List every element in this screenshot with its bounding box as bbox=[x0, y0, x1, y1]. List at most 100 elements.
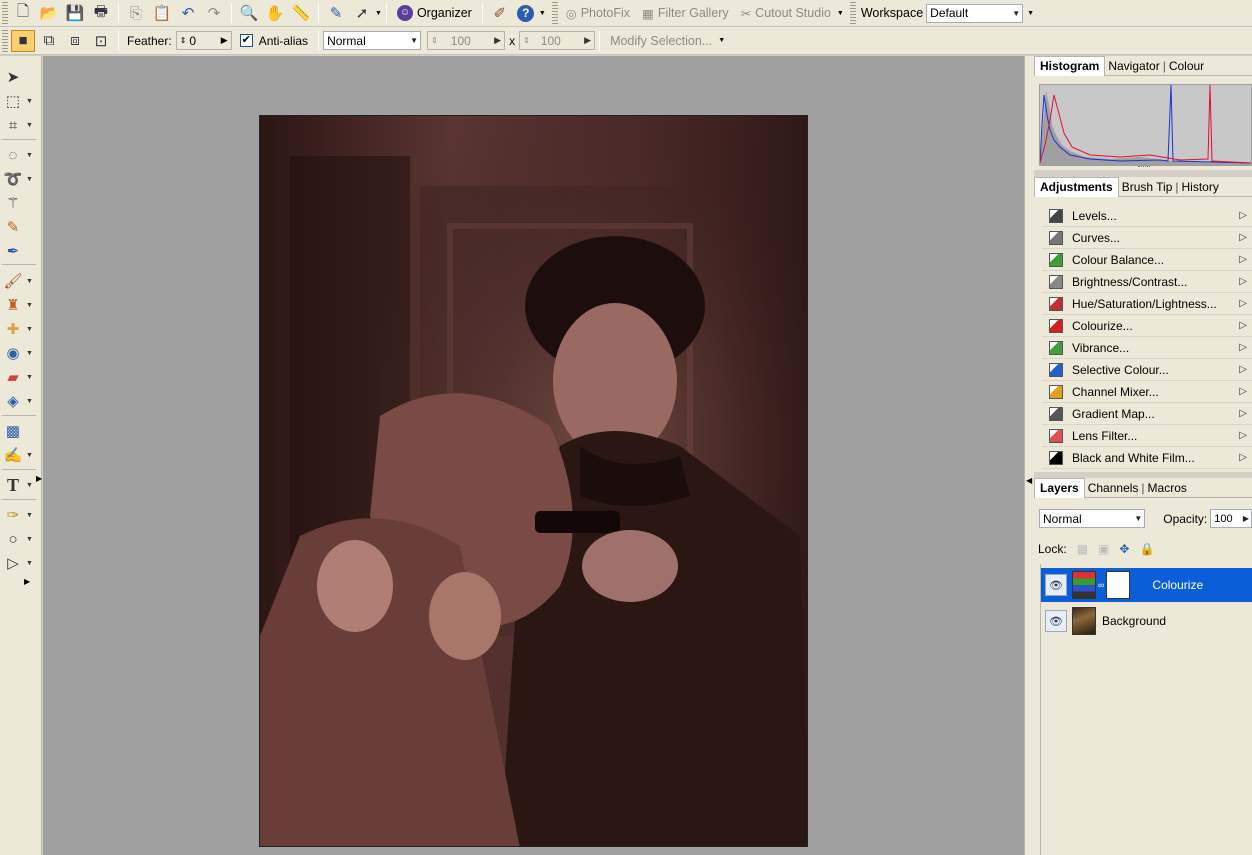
toolbar-grip[interactable] bbox=[849, 2, 856, 24]
play-icon[interactable]: ▷ bbox=[1239, 254, 1247, 265]
organizer-button[interactable]: ☺ Organizer bbox=[391, 2, 478, 24]
undo-icon[interactable]: ↶ bbox=[176, 2, 200, 24]
text-tool[interactable]: T ▼ bbox=[2, 474, 36, 496]
play-icon[interactable]: ▷ bbox=[1239, 320, 1247, 331]
adjustment-item[interactable]: Levels... ▷ bbox=[1042, 205, 1252, 227]
chevron-down-icon[interactable]: ▼ bbox=[375, 10, 382, 17]
width-stepper[interactable]: ⇕ 100 ▶ bbox=[427, 31, 506, 50]
antialias-checkbox[interactable]: ✔ bbox=[239, 34, 253, 47]
toolbox-expand[interactable]: ▶ bbox=[24, 576, 36, 586]
paste-icon[interactable]: 📋 bbox=[150, 2, 174, 24]
dodge-burn-tool[interactable]: ✍ ▼ bbox=[2, 444, 36, 466]
new-selection-icon[interactable]: ■ bbox=[11, 29, 35, 52]
visibility-eye-icon[interactable]: 👁 bbox=[1045, 610, 1067, 632]
magic-wand-tool[interactable]: ⚚ bbox=[2, 192, 36, 214]
workspace-select[interactable]: Default ▼ bbox=[926, 3, 1024, 23]
tab-history[interactable]: History bbox=[1179, 180, 1222, 194]
transform-tool[interactable]: ⬚ ▼ bbox=[2, 90, 36, 112]
fill-tool[interactable]: ◈ ▼ bbox=[2, 390, 36, 412]
blend-mode-select[interactable]: Normal ▼ bbox=[1039, 509, 1146, 528]
paintbrush-tool[interactable]: 🖌 ▼ bbox=[2, 270, 36, 292]
tab-macros[interactable]: Macros bbox=[1145, 481, 1190, 495]
cutout-studio-button[interactable]: ✂ Cutout Studio bbox=[735, 2, 837, 24]
redo-icon[interactable]: ↷ bbox=[202, 2, 226, 24]
new-file-icon[interactable]: 🗋 bbox=[11, 2, 35, 24]
hand-pan-icon[interactable]: ✋ bbox=[263, 2, 287, 24]
tab-channels[interactable]: Channels bbox=[1085, 481, 1142, 495]
height-stepper[interactable]: ⇕ 100 ▶ bbox=[519, 31, 596, 50]
layer-row-colourize[interactable]: 👁 ∞ Colourize bbox=[1041, 568, 1252, 602]
subtract-selection-icon[interactable]: ⧈ bbox=[63, 30, 87, 52]
adjustment-item[interactable]: Gradient Map... ▷ bbox=[1042, 403, 1252, 425]
help-icon[interactable]: ? bbox=[514, 2, 538, 24]
tab-histogram[interactable]: Histogram bbox=[1034, 55, 1106, 76]
modify-selection-button[interactable]: Modify Selection... bbox=[604, 30, 718, 52]
layer-row-background[interactable]: 👁 Background bbox=[1041, 604, 1252, 638]
filter-gallery-button[interactable]: ▦ Filter Gallery bbox=[636, 2, 735, 24]
play-icon[interactable]: ▷ bbox=[1239, 342, 1247, 353]
save-icon[interactable]: 💾 bbox=[63, 2, 87, 24]
lock-transparency-icon[interactable]: ▦ bbox=[1077, 542, 1088, 556]
move-tool[interactable]: ➤ bbox=[2, 66, 36, 88]
adjustment-item[interactable]: Selective Colour... ▷ bbox=[1042, 359, 1252, 381]
panel-resize-grip[interactable] bbox=[1138, 166, 1150, 169]
tab-brush-tip[interactable]: Brush Tip bbox=[1119, 180, 1176, 194]
select-arrow-icon[interactable]: ➚ bbox=[350, 2, 374, 24]
play-icon[interactable]: ▷ bbox=[1239, 276, 1247, 287]
print-icon[interactable]: 🖶 bbox=[89, 2, 113, 24]
toolbar-grip[interactable] bbox=[551, 2, 558, 24]
chevron-down-icon[interactable]: ▼ bbox=[837, 10, 844, 17]
adjustment-item[interactable]: Black and White Film... ▷ bbox=[1042, 447, 1252, 469]
toolbox-collapse-handle[interactable]: ▶ bbox=[36, 474, 42, 483]
adjustment-item[interactable]: Colourize... ▷ bbox=[1042, 315, 1252, 337]
ruler-icon[interactable]: 📏 bbox=[289, 2, 313, 24]
adjustment-item[interactable]: Brightness/Contrast... ▷ bbox=[1042, 271, 1252, 293]
panel-splitter[interactable]: ◀ bbox=[1024, 56, 1034, 855]
eraser-tool[interactable]: ▰ ▼ bbox=[2, 366, 36, 388]
open-folder-icon[interactable]: 📂 bbox=[37, 2, 61, 24]
intersect-selection-icon[interactable]: ⊡ bbox=[89, 30, 113, 52]
toolbar-grip[interactable] bbox=[2, 2, 8, 24]
feather-stepper[interactable]: ⇕ 0 ▶ bbox=[175, 31, 232, 50]
toolbar-grip[interactable] bbox=[2, 29, 8, 52]
adjustment-item[interactable]: Channel Mixer... ▷ bbox=[1042, 381, 1252, 403]
pen-tool[interactable]: ✑ ▼ bbox=[2, 504, 36, 526]
red-eye-tool[interactable]: ◉ ▼ bbox=[2, 342, 36, 364]
shape-tool[interactable]: ○ ▼ bbox=[2, 528, 36, 550]
adjustment-item[interactable]: Curves... ▷ bbox=[1042, 227, 1252, 249]
play-icon[interactable]: ▷ bbox=[1239, 298, 1247, 309]
zoom-icon[interactable]: 🔍 bbox=[237, 2, 261, 24]
edit-image-icon[interactable]: ✐ bbox=[488, 2, 512, 24]
play-icon[interactable]: ▷ bbox=[1239, 232, 1247, 243]
copy-icon[interactable]: ⎘ bbox=[124, 2, 148, 24]
play-icon[interactable]: ▷ bbox=[1239, 210, 1247, 221]
eyedropper-icon[interactable]: ✎ bbox=[324, 2, 348, 24]
lasso-tool[interactable]: ➰ ▼ bbox=[2, 168, 36, 190]
lock-pixels-icon[interactable]: ▣ bbox=[1098, 542, 1109, 556]
adjustment-item[interactable]: Lens Filter... ▷ bbox=[1042, 425, 1252, 447]
adjustment-item[interactable]: Hue/Saturation/Lightness... ▷ bbox=[1042, 293, 1252, 315]
crop-tool[interactable]: ⌗ ▼ bbox=[2, 114, 36, 136]
colour-picker-tool[interactable]: ✒ bbox=[2, 240, 36, 262]
chevron-down-icon[interactable]: ▼ bbox=[539, 10, 546, 17]
canvas-area[interactable] bbox=[43, 56, 1024, 855]
selection-brush-tool[interactable]: ✎ bbox=[2, 216, 36, 238]
tab-layers[interactable]: Layers bbox=[1034, 477, 1085, 498]
chevron-down-icon[interactable]: ▼ bbox=[1027, 10, 1034, 17]
add-selection-icon[interactable]: ⧉ bbox=[37, 30, 61, 52]
marquee-tool[interactable]: ◌ ▼ bbox=[2, 144, 36, 166]
visibility-eye-icon[interactable]: 👁 bbox=[1045, 574, 1067, 596]
opacity-input[interactable]: 100 ▶ bbox=[1210, 509, 1252, 528]
lock-position-icon[interactable]: ✥ bbox=[1119, 542, 1129, 556]
tab-adjustments[interactable]: Adjustments bbox=[1034, 176, 1119, 197]
play-icon[interactable]: ▷ bbox=[1239, 430, 1247, 441]
photo-image[interactable] bbox=[259, 115, 808, 847]
path-select-tool[interactable]: ▷ ▼ bbox=[2, 552, 36, 574]
adjustment-item[interactable]: Vibrance... ▷ bbox=[1042, 337, 1252, 359]
tab-colour[interactable]: Colour bbox=[1166, 59, 1207, 73]
chevron-down-icon[interactable]: ▼ bbox=[718, 37, 725, 44]
collapse-arrow-icon[interactable]: ◀ bbox=[1026, 476, 1032, 485]
play-icon[interactable]: ▷ bbox=[1239, 364, 1247, 375]
selection-style-select[interactable]: Normal ▼ bbox=[323, 31, 422, 50]
play-icon[interactable]: ▷ bbox=[1239, 452, 1247, 463]
